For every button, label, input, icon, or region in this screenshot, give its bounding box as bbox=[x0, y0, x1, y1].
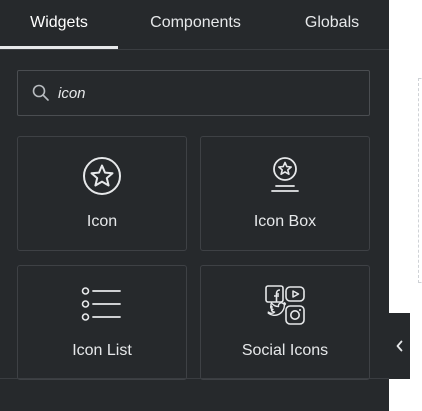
panel-footer-divider bbox=[0, 378, 389, 379]
widget-label: Icon bbox=[86, 213, 118, 230]
chevron-left-icon bbox=[396, 340, 403, 352]
widget-icon-box[interactable]: Icon Box bbox=[200, 136, 370, 251]
active-tab-indicator bbox=[0, 46, 118, 49]
widget-label: Icon List bbox=[72, 342, 132, 359]
tab-components[interactable]: Components bbox=[128, 0, 263, 50]
widget-social-icons[interactable]: Social Icons bbox=[200, 265, 370, 380]
icon-box-icon bbox=[271, 157, 299, 192]
widgets-panel: Widgets Components Globals Icon bbox=[0, 0, 389, 411]
panel-tabs: Widgets Components Globals bbox=[0, 0, 389, 50]
canvas-drop-area-edge bbox=[418, 78, 422, 283]
search-input[interactable] bbox=[58, 81, 358, 105]
search-box[interactable] bbox=[17, 70, 370, 116]
widget-label: Icon Box bbox=[253, 213, 317, 230]
list-icon bbox=[81, 287, 121, 321]
widget-label: Social Icons bbox=[241, 342, 329, 359]
star-circle-icon bbox=[83, 157, 121, 195]
search-icon bbox=[32, 84, 49, 101]
widget-icon[interactable]: Icon bbox=[17, 136, 187, 251]
collapse-panel-button[interactable] bbox=[389, 313, 410, 379]
social-icons-icon bbox=[265, 285, 305, 325]
tab-globals[interactable]: Globals bbox=[288, 0, 376, 50]
widget-icon-list[interactable]: Icon List bbox=[17, 265, 187, 380]
tab-widgets[interactable]: Widgets bbox=[0, 0, 118, 50]
